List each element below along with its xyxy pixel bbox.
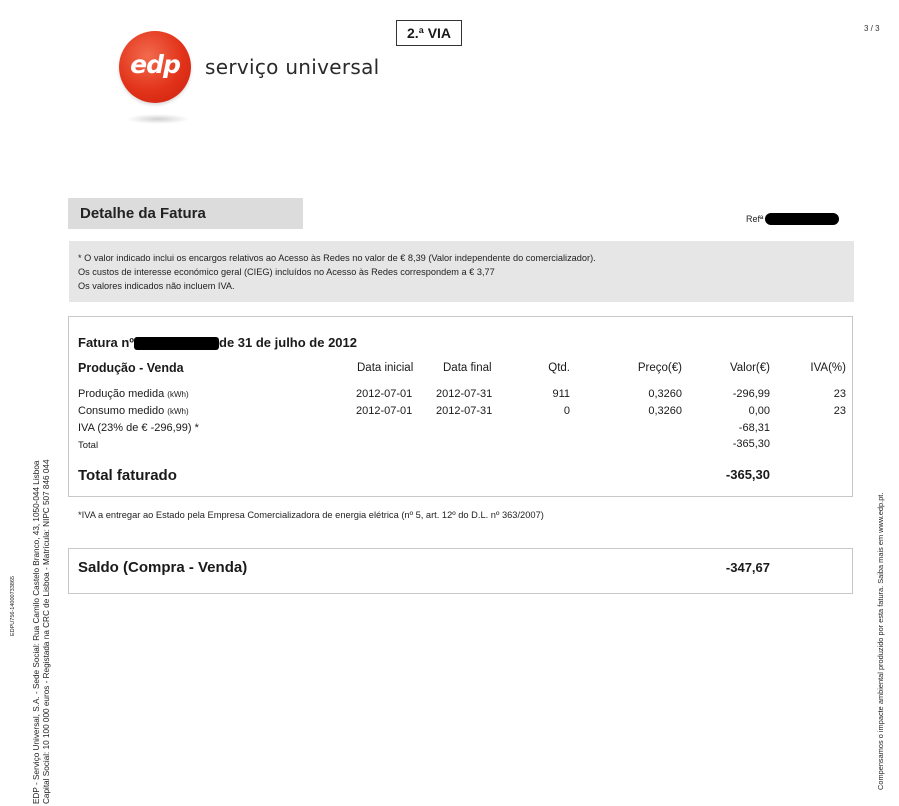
row-price: 0,3260 <box>648 388 682 400</box>
invoice-title-suffix: de 31 de julho de 2012 <box>219 335 357 350</box>
reference-label: Refª <box>746 214 764 224</box>
edp-logo-text: edp <box>130 50 181 79</box>
row-value: 0,00 <box>748 405 770 417</box>
row-start-date: 2012-07-01 <box>356 388 413 400</box>
table-row-desc: Produção medida (kWh) <box>78 388 189 400</box>
row-value: -365,30 <box>732 438 770 450</box>
row-end-date: 2012-07-31 <box>436 388 493 400</box>
row-quantity: 911 <box>552 388 570 400</box>
row-description: Produção medida <box>78 388 165 400</box>
column-end-date: Data final <box>443 362 492 374</box>
info-line-1: * O valor indicado inclui os encargos re… <box>78 253 596 263</box>
row-end-date: 2012-07-31 <box>436 405 493 417</box>
reference-redaction <box>765 213 839 225</box>
vat-footnote: *IVA a entregar ao Estado pela Empresa C… <box>78 510 544 520</box>
row-start-date: 2012-07-01 <box>356 405 413 417</box>
logo-shadow <box>126 114 190 124</box>
column-value: Valor(€) <box>729 362 770 374</box>
row-value: -296,99 <box>732 388 770 400</box>
copy-label: 2.ª VIA <box>396 20 462 46</box>
row-description: IVA (23% de € -296,99) * <box>78 422 199 434</box>
column-start-date: Data inicial <box>357 362 414 374</box>
brand-name: serviço universal <box>205 55 380 79</box>
company-info-line-2: Capital Social: 10 100 000 euros - Regis… <box>42 459 51 804</box>
row-quantity: 0 <box>563 405 570 417</box>
total-value: -365,30 <box>725 467 770 482</box>
row-description: Consumo medido <box>78 405 165 417</box>
column-price: Preço(€) <box>637 362 682 374</box>
page-number: 3 / 3 <box>864 24 880 33</box>
column-quantity: Qtd. <box>548 362 570 374</box>
invoice-title-prefix: Fatura nº <box>78 335 135 350</box>
row-value: -68,31 <box>738 422 770 434</box>
row-description: Total <box>78 440 99 451</box>
section-title: Detalhe da Fatura <box>80 205 206 222</box>
row-vat: 23 <box>833 405 846 417</box>
row-unit: (kWh) <box>167 407 189 416</box>
column-description: Produção - Venda <box>78 361 184 375</box>
row-price: 0,3260 <box>648 405 682 417</box>
balance-value: -347,67 <box>725 560 770 575</box>
company-info-line-1: EDP - Serviço Universal, S.A. - Sede Soc… <box>32 460 41 804</box>
row-unit: (kWh) <box>167 390 189 399</box>
document-code: EDPU756-14000733865 <box>10 576 16 636</box>
balance-label: Saldo (Compra - Venda) <box>78 559 248 576</box>
environmental-note: Compensamos o impacte ambiental produzid… <box>876 492 885 790</box>
info-line-2: Os custos de interesse económico geral (… <box>78 267 495 277</box>
row-vat: 23 <box>833 388 846 400</box>
info-line-3: Os valores indicados não incluem IVA. <box>78 281 235 291</box>
total-label: Total faturado <box>78 467 177 484</box>
table-row-desc: Consumo medido (kWh) <box>78 405 189 417</box>
invoice-number-redaction <box>134 337 219 350</box>
column-vat: IVA(%) <box>810 362 846 374</box>
